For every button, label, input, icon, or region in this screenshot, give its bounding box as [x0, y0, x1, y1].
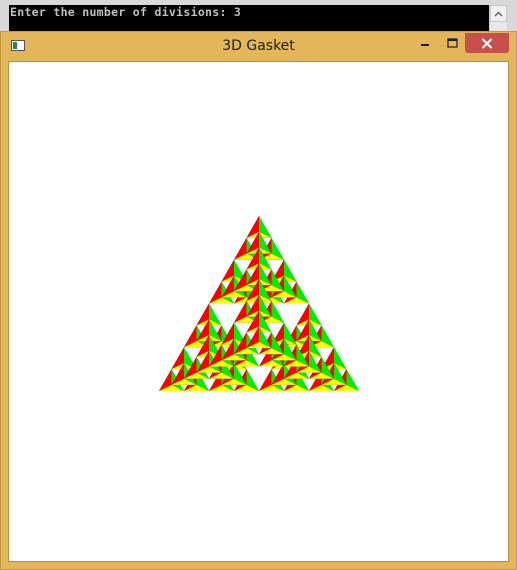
maximize-button[interactable]: [439, 33, 466, 53]
minimize-button[interactable]: [411, 33, 438, 53]
console-window: Enter the number of divisions: 3: [0, 0, 517, 34]
console-output-text: Enter the number of divisions: 3: [10, 5, 242, 19]
close-button[interactable]: [465, 33, 509, 53]
gasket-window: 3D Gasket: [0, 31, 517, 570]
maximize-icon: [447, 38, 458, 48]
title-bar[interactable]: 3D Gasket: [1, 32, 516, 61]
console-scrollbar[interactable]: [489, 5, 507, 34]
scroll-up-button[interactable]: [490, 5, 507, 22]
chevron-up-icon: [494, 11, 503, 16]
minimize-icon: [420, 44, 429, 46]
gl-canvas[interactable]: [8, 61, 509, 562]
desktop: Enter the number of divisions: 3 3D Gask…: [0, 0, 517, 570]
sierpinski-gasket: [159, 216, 359, 391]
close-icon: [482, 38, 492, 48]
console-output-area: Enter the number of divisions: 3: [9, 5, 489, 32]
